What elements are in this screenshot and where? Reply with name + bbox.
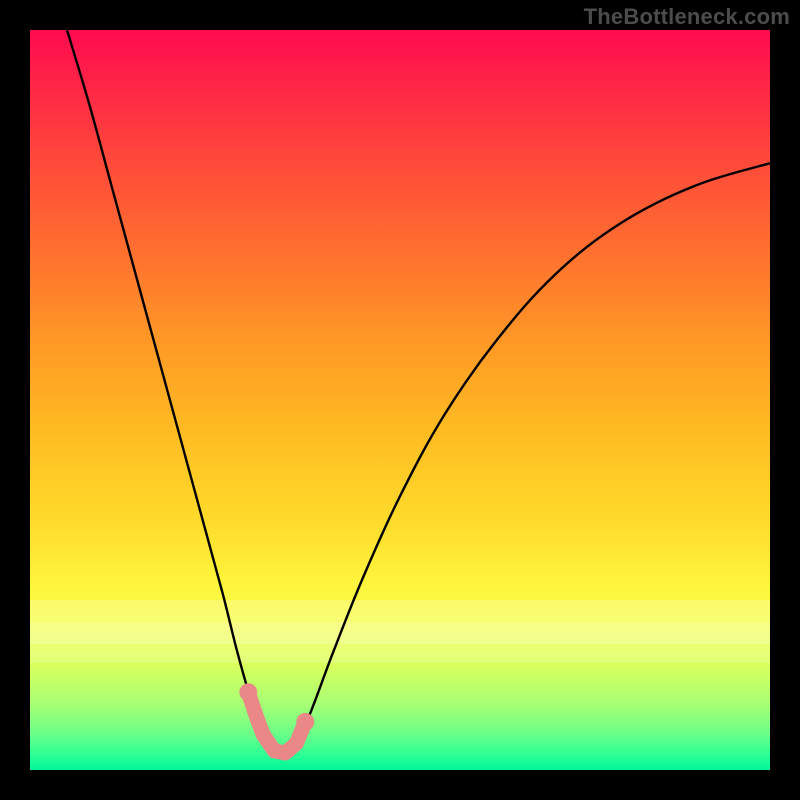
attribution-label: TheBottleneck.com	[584, 4, 790, 30]
chart-stage: TheBottleneck.com	[0, 0, 800, 800]
marker-dot	[296, 713, 314, 731]
marker-dot	[239, 683, 257, 701]
chart-svg	[30, 30, 770, 770]
curve-line	[67, 30, 770, 755]
